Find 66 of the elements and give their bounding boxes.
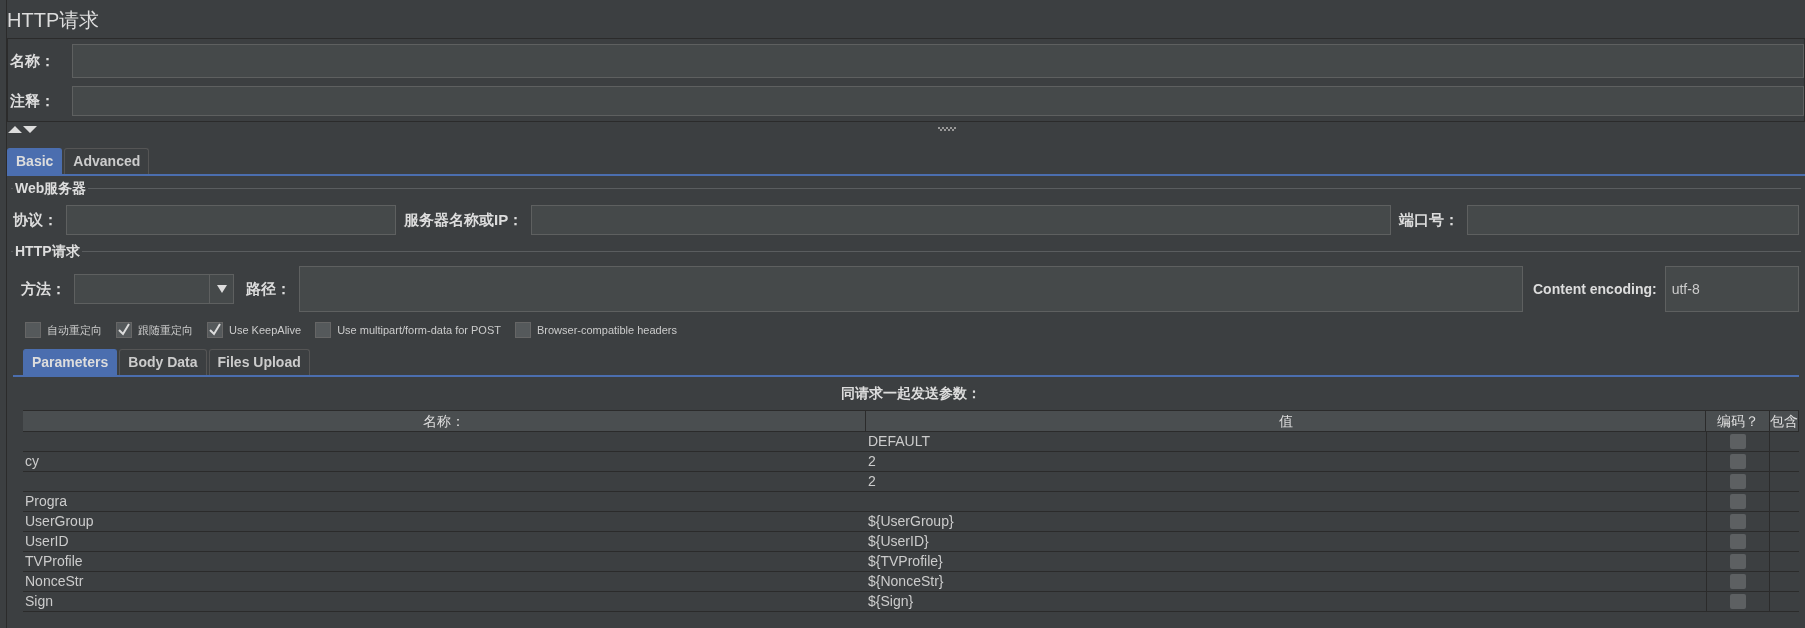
checkbox-label: Browser-compatible headers — [537, 323, 677, 338]
caret-icon — [216, 285, 227, 293]
field-label: 服务器名称或IP： — [404, 209, 524, 230]
column-header: 包含 — [1770, 410, 1799, 431]
input-field[interactable] — [66, 205, 396, 235]
section-title: HTTP请求 — [14, 242, 81, 261]
table-cell: NonceStr — [25, 572, 84, 589]
checkbox[interactable] — [1730, 573, 1746, 589]
tab[interactable]: Files Upload — [208, 348, 310, 375]
field-label: 端口号： — [1399, 209, 1460, 230]
table-cell: ${UserID} — [868, 532, 929, 549]
input-field[interactable] — [531, 205, 1392, 235]
checkbox-label: 跟随重定向 — [138, 323, 193, 338]
input-field[interactable] — [72, 44, 1804, 78]
input-field[interactable] — [1467, 205, 1799, 235]
checkbox-label: Use multipart/form-data for POST — [337, 323, 501, 338]
checkbox[interactable] — [515, 322, 531, 339]
checkbox-label: 自动重定向 — [47, 323, 102, 338]
checkbox[interactable] — [1730, 593, 1746, 609]
field-label: 协议： — [13, 209, 58, 230]
checkbox[interactable] — [1730, 533, 1746, 549]
checkbox[interactable] — [116, 322, 132, 339]
checkbox[interactable] — [1730, 513, 1746, 529]
checkbox[interactable] — [1730, 473, 1746, 489]
tab[interactable]: Advanced — [64, 148, 150, 174]
table-cell: 2 — [868, 472, 876, 489]
input-field[interactable]: utf-8 — [1664, 266, 1799, 312]
column-header: 值 — [866, 410, 1706, 431]
field-label: 名称： — [10, 50, 56, 71]
field-label: 方法： — [21, 278, 66, 299]
checkbox[interactable] — [25, 322, 41, 339]
window-title: HTTP请求 — [7, 8, 101, 33]
checkbox[interactable] — [207, 322, 223, 339]
field-label: Content encoding: — [1533, 279, 1657, 299]
table-cell: ${UserGroup} — [868, 512, 954, 529]
checkbox[interactable] — [1730, 433, 1746, 449]
checkbox[interactable] — [1730, 453, 1746, 469]
field-label: 路径： — [246, 278, 291, 299]
table-cell: cy — [25, 452, 39, 469]
table-cell: ${Sign} — [868, 592, 914, 609]
column-header: 编码？ — [1706, 410, 1770, 431]
checkbox[interactable] — [1730, 493, 1746, 509]
collapse-arrows-icon[interactable] — [7, 124, 37, 134]
checkbox[interactable] — [1730, 553, 1746, 569]
method-dropdown[interactable] — [74, 274, 234, 304]
table-cell: ${TVProfile} — [868, 552, 943, 569]
table-cell: UserID — [25, 532, 69, 549]
input-field[interactable] — [72, 86, 1804, 116]
input-field[interactable] — [299, 266, 1523, 312]
table-cell: UserGroup — [25, 512, 94, 529]
table-cell: DEFAULT — [868, 432, 930, 449]
table-cell: ${NonceStr} — [868, 572, 944, 589]
table-cell: TVProfile — [25, 552, 83, 569]
checkbox-label: Use KeepAlive — [229, 323, 302, 338]
tab[interactable]: Parameters — [23, 348, 118, 375]
field-label: 注释： — [10, 90, 56, 111]
column-header: 名称： — [23, 410, 866, 431]
splitter-grip-icon[interactable] — [937, 126, 959, 132]
checkbox[interactable] — [315, 322, 332, 339]
tab[interactable]: Basic — [7, 148, 63, 174]
section-title: Web服务器 — [14, 179, 88, 198]
table-cell: Sign — [25, 592, 54, 609]
tab[interactable]: Body Data — [119, 348, 207, 375]
table-cell: 2 — [868, 452, 876, 469]
table-cell: Progra — [25, 492, 68, 509]
table-caption: 同请求一起发送参数： — [840, 383, 982, 403]
